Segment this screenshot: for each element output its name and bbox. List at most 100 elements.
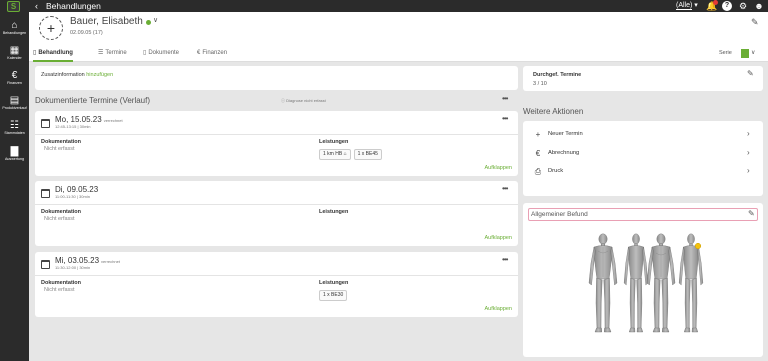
tab-behandlung[interactable]: ▯ Behandlung — [33, 46, 73, 62]
sidebar-item-auswertung[interactable]: ▇ Auswertung — [0, 146, 29, 162]
more-icon[interactable]: ••• — [502, 184, 508, 193]
body-side-left — [623, 233, 649, 333]
expand-link[interactable]: Aufklappen — [484, 165, 512, 171]
diagnosis-hint: ⓘ Diagnose nicht erfasst — [281, 98, 326, 103]
document-icon: ▤ — [9, 95, 20, 106]
diagnosis-hint-text: Diagnose nicht erfasst — [286, 98, 326, 103]
sidebar-item-kalender[interactable]: ▦ Kalender — [0, 45, 29, 61]
expand-link[interactable]: Aufklappen — [484, 306, 512, 312]
plus-icon: + — [535, 130, 541, 139]
sidebar-item-label: Kalender — [7, 56, 22, 60]
chevron-right-icon: › — [747, 129, 750, 138]
sidebar-item-label: Stammdaten — [4, 131, 25, 135]
user-icon[interactable]: ☻ — [754, 1, 764, 11]
patient-name: Bauer, Elisabeth — [70, 16, 143, 27]
sidebar-item-finanzen[interactable]: € Finanzen — [0, 70, 29, 86]
divider — [35, 275, 518, 276]
appointment-card: Di, 09.05.23 11:00-11:30 | 30min ••• Dok… — [35, 181, 518, 246]
app-logo[interactable]: S — [7, 1, 20, 12]
zusatz-label: Zusatzinformation hinzufügen — [41, 72, 113, 78]
serie-flag-icon[interactable] — [741, 49, 749, 58]
divider — [35, 204, 518, 205]
patient-dob: 02.09.05 (17) — [70, 30, 103, 36]
chevron-down-icon: ▾ — [694, 2, 698, 9]
action-label: Neuer Termin — [548, 131, 583, 137]
documentation-label: Dokumentation — [41, 139, 82, 145]
expand-link[interactable]: Aufklappen — [484, 235, 512, 241]
more-icon[interactable]: ••• — [502, 114, 508, 123]
tab-label: Dokumente — [148, 50, 179, 56]
appointment-time: 11:00-11:30 | 30min — [55, 194, 90, 199]
appointment-date-text: Mo, 15.05.23 — [55, 115, 102, 124]
app-title: Behandlungen — [46, 1, 101, 11]
edit-icon[interactable]: ✎ — [751, 17, 759, 28]
services-list: 1 km HB ⌂ 1 x BE45 — [319, 149, 385, 160]
chevron-right-icon: › — [747, 166, 750, 175]
appointment-card: Mo, 15.05.23 verrechnet 12:45-13:15 | 30m… — [35, 111, 518, 176]
home-icon: ⌂ — [343, 151, 347, 157]
chart-icon: ▇ — [10, 146, 19, 157]
bookmark-icon: ▯ — [33, 50, 37, 56]
services-list: 1 x BE30 — [319, 290, 350, 301]
edit-icon[interactable]: ✎ — [747, 69, 754, 78]
more-icon[interactable]: ••• — [502, 94, 508, 103]
services-label: Leistungen — [319, 139, 349, 145]
action-label: Druck — [548, 168, 564, 174]
appointment-date-text: Di, 09.05.23 — [55, 185, 99, 194]
back-icon[interactable]: ‹ — [35, 0, 38, 12]
filter-dropdown[interactable]: (Alle) ▾ — [676, 1, 698, 11]
action-label: Abrechnung — [548, 150, 580, 156]
add-photo-button[interactable]: + — [39, 16, 63, 40]
body-chart[interactable] — [523, 227, 763, 339]
appointment-time: 12:45-13:15 | 30min — [55, 124, 91, 129]
calendar-icon — [41, 189, 50, 198]
sidebar-item-stammdaten[interactable]: ☷ Stammdaten — [0, 120, 29, 136]
zusatz-card: Zusatzinformation hinzufügen — [35, 66, 518, 90]
more-icon[interactable]: ••• — [502, 255, 508, 264]
calendar-icon: ▦ — [9, 45, 20, 56]
services-label: Leistungen — [319, 209, 349, 215]
zusatz-add-link[interactable]: hinzufügen — [86, 72, 113, 78]
appointment-date: Mi, 03.05.23 verrechnet — [55, 256, 120, 265]
services-label: Leistungen — [319, 280, 349, 286]
appointment-status: verrechnet — [101, 259, 120, 264]
home-icon: ⌂ — [11, 20, 18, 31]
sidebar-item-label: Behandlungen — [2, 31, 27, 35]
finding-marker[interactable] — [694, 242, 702, 250]
calendar-icon — [41, 260, 50, 269]
action-print[interactable]: ⎙ Druck › — [523, 164, 763, 182]
tab-termine[interactable]: ☰ Termine — [98, 46, 127, 62]
help-icon[interactable]: ? — [722, 1, 732, 11]
sidebar-item-produktverkauf[interactable]: ▤ Produktverkauf — [0, 95, 29, 111]
sidebar-item-label: Produktverkauf — [2, 106, 27, 110]
appointment-time: 11:30-12:00 | 30min — [55, 265, 91, 270]
appointment-card: Mi, 03.05.23 verrechnet 11:30-12:00 | 30m… — [35, 252, 518, 317]
completed-appointments-label: Durchgef. Termine — [533, 72, 582, 78]
section-title: Dokumentierte Termine (Verlauf) — [35, 96, 151, 105]
action-new-appointment[interactable]: + Neuer Termin › — [523, 127, 763, 145]
more-actions-card: + Neuer Termin › € Abrechnung › ⎙ Druck … — [523, 121, 763, 196]
euro-icon: € — [11, 70, 18, 81]
sidebar-item-label: Finanzen — [7, 81, 22, 85]
calendar-icon — [41, 119, 50, 128]
service-chip: 1 km HB ⌂ — [319, 149, 351, 160]
gear-icon[interactable]: ⚙ — [738, 1, 748, 11]
serie-label: Serie — [719, 50, 732, 56]
tab-dokumente[interactable]: ▯ Dokumente — [143, 46, 179, 62]
tab-finanzen[interactable]: € Finanzen — [197, 46, 227, 62]
notification-badge — [713, 0, 718, 5]
documentation-value: Nicht erfasst — [44, 216, 75, 222]
completed-appointments-value: 3 / 10 — [533, 81, 547, 87]
sidebar-item-behandlungen[interactable]: ⌂ Behandlungen — [0, 20, 29, 36]
completed-appointments-card: Durchgef. Termine 3 / 10 ✎ — [523, 66, 763, 91]
tab-label: Behandlung — [38, 50, 73, 56]
tab-label: Finanzen — [202, 50, 228, 56]
chevron-down-icon[interactable]: ∨ — [751, 46, 755, 61]
documentation-value: Nicht erfasst — [44, 287, 75, 293]
chevron-down-icon[interactable]: ∨ — [153, 16, 158, 24]
top-bar: S ‹ Behandlungen (Alle) ▾ 🔔 ? ⚙ ☻ — [0, 0, 768, 12]
edit-icon[interactable]: ✎ — [748, 209, 755, 218]
findings-card: Allgemeiner Befund ✎ — [523, 203, 763, 357]
more-actions-title: Weitere Aktionen — [523, 107, 584, 116]
action-billing[interactable]: € Abrechnung › — [523, 146, 763, 164]
